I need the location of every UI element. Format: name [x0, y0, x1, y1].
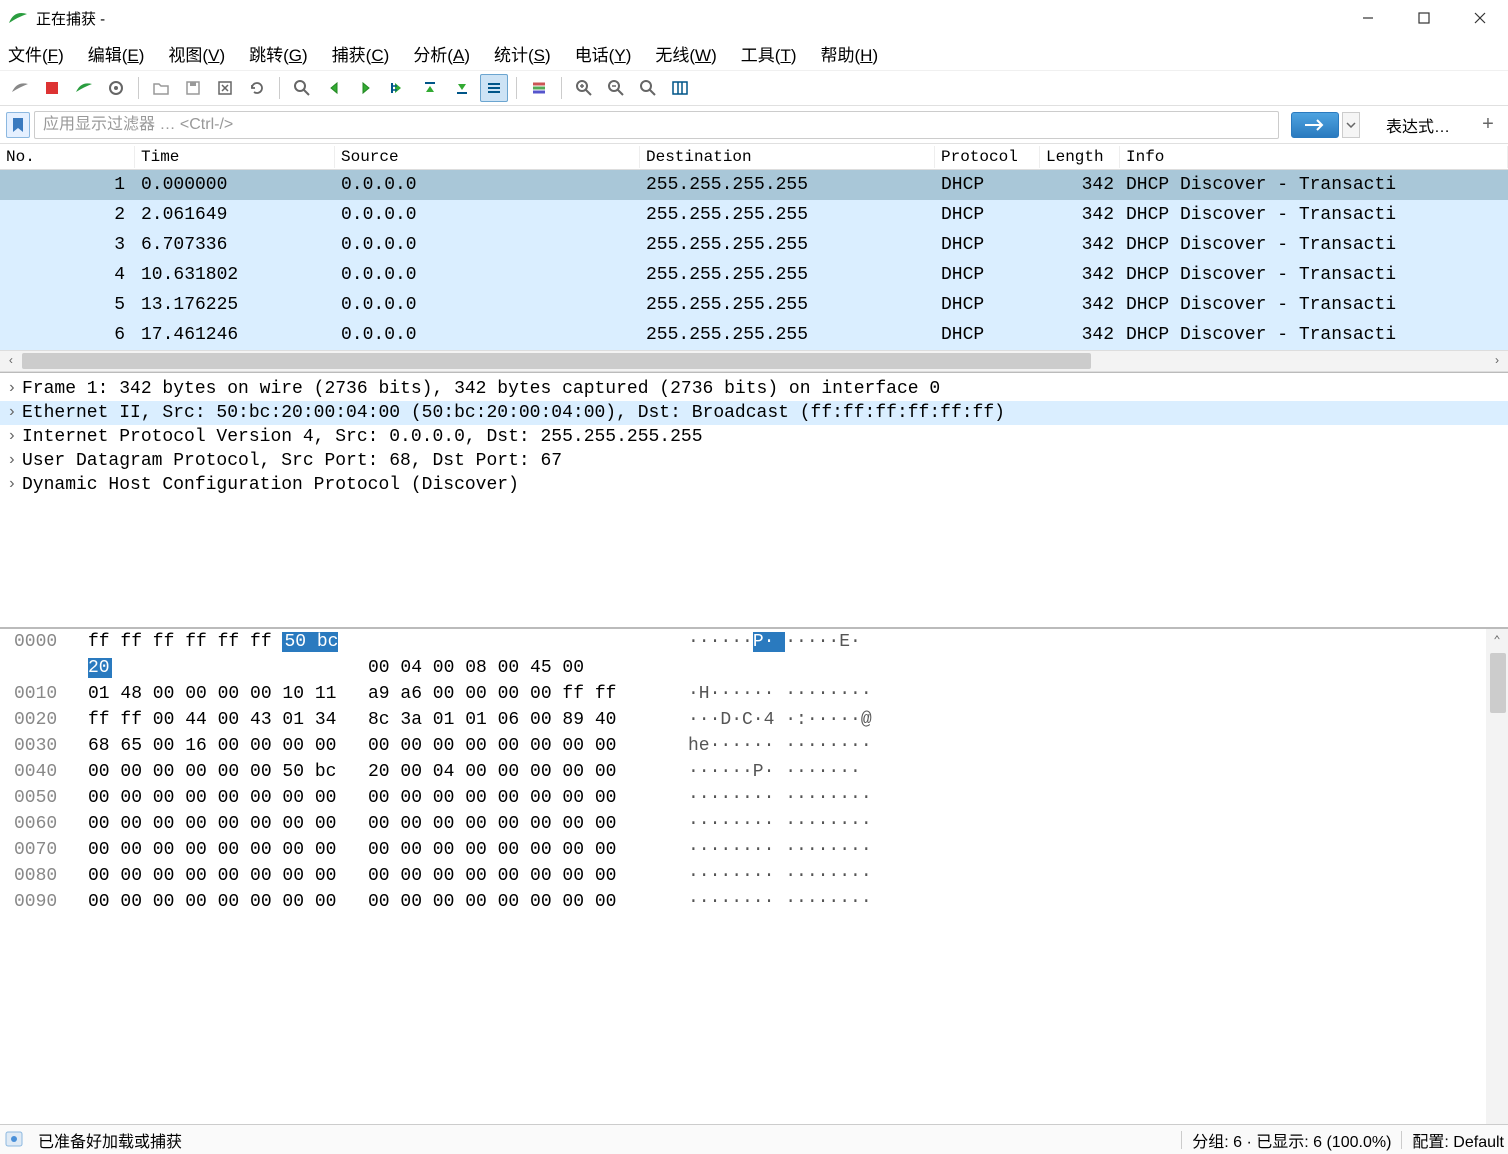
packet-row[interactable]: 617.4612460.0.0.0255.255.255.255DHCP342 … [0, 320, 1508, 350]
scroll-left-icon[interactable]: ‹ [0, 351, 22, 371]
hex-row[interactable]: 005000 00 00 00 00 00 00 00 00 00 00 00 … [0, 785, 1508, 811]
detail-line[interactable]: Frame 1: 342 bytes on wire (2736 bits), … [0, 377, 1508, 401]
scroll-thumb[interactable] [22, 353, 1091, 369]
col-header-length[interactable]: Length [1040, 146, 1120, 168]
scroll-right-icon[interactable]: › [1486, 351, 1508, 371]
zoom-out-icon[interactable] [602, 74, 630, 102]
restart-capture-icon[interactable] [70, 74, 98, 102]
h-scrollbar[interactable]: ‹ › [0, 350, 1508, 372]
bookmark-icon[interactable] [6, 112, 30, 138]
hex-row[interactable]: 0020ff ff 00 44 00 43 01 34 8c 3a 01 01 … [0, 707, 1508, 733]
toolbar-separator [516, 77, 517, 99]
find-icon[interactable] [288, 74, 316, 102]
packet-row[interactable]: 10.0000000.0.0.0255.255.255.255DHCP342 D… [0, 170, 1508, 200]
menu-file[interactable]: 文件(F) [8, 41, 64, 66]
menu-edit[interactable]: 编辑(E) [88, 41, 145, 66]
add-filter-button[interactable]: + [1474, 111, 1502, 139]
auto-scroll-icon[interactable] [480, 74, 508, 102]
packet-list-header[interactable]: No. Time Source Destination Protocol Len… [0, 144, 1508, 170]
toolbar-separator [561, 77, 562, 99]
hex-row[interactable]: 006000 00 00 00 00 00 00 00 00 00 00 00 … [0, 811, 1508, 837]
go-back-icon[interactable] [320, 74, 348, 102]
hex-row[interactable]: 0000ff ff ff ff ff ff 50 bc 2000 04 00 0… [0, 629, 1508, 681]
capture-options-icon[interactable] [102, 74, 130, 102]
menu-view[interactable]: 视图(V) [168, 41, 225, 66]
hex-row[interactable]: 001001 48 00 00 00 00 10 11 a9 a6 00 00 … [0, 681, 1508, 707]
packet-list: No. Time Source Destination Protocol Len… [0, 144, 1508, 373]
reload-icon[interactable] [243, 74, 271, 102]
menu-stats[interactable]: 统计(S) [494, 41, 551, 66]
col-header-info[interactable]: Info [1120, 146, 1508, 168]
go-last-icon[interactable] [448, 74, 476, 102]
packet-row[interactable]: 513.1762250.0.0.0255.255.255.255DHCP342 … [0, 290, 1508, 320]
menu-capture[interactable]: 捕获(C) [332, 41, 390, 66]
detail-line[interactable]: Ethernet II, Src: 50:bc:20:00:04:00 (50:… [0, 401, 1508, 425]
detail-line[interactable]: User Datagram Protocol, Src Port: 68, Ds… [0, 449, 1508, 473]
hex-row[interactable]: 003068 65 00 16 00 00 00 00 00 00 00 00 … [0, 733, 1508, 759]
menu-wireless[interactable]: 无线(W) [655, 41, 716, 66]
col-header-destination[interactable]: Destination [640, 146, 935, 168]
hex-row[interactable]: 009000 00 00 00 00 00 00 00 00 00 00 00 … [0, 889, 1508, 915]
display-filter-input[interactable] [34, 111, 1279, 139]
expression-button[interactable]: 表达式… [1372, 111, 1464, 139]
go-first-icon[interactable] [416, 74, 444, 102]
colorize-icon[interactable] [525, 74, 553, 102]
packet-row[interactable]: 410.6318020.0.0.0255.255.255.255DHCP342 … [0, 260, 1508, 290]
packet-row[interactable]: 22.0616490.0.0.0255.255.255.255DHCP342 D… [0, 200, 1508, 230]
go-forward-icon[interactable] [352, 74, 380, 102]
scroll-thumb[interactable] [1490, 653, 1506, 713]
start-capture-icon[interactable] [6, 74, 34, 102]
filter-bar: 表达式… + [0, 106, 1508, 144]
v-scrollbar[interactable]: ⌃ [1486, 629, 1508, 1124]
save-file-icon[interactable] [179, 74, 207, 102]
menu-analyze[interactable]: 分析(A) [413, 41, 470, 66]
status-profile[interactable]: 配置: Default [1412, 1128, 1504, 1152]
col-header-protocol[interactable]: Protocol [935, 146, 1040, 168]
toolbar-separator [279, 77, 280, 99]
apply-filter-button[interactable] [1291, 112, 1339, 138]
packet-details[interactable]: Frame 1: 342 bytes on wire (2736 bits), … [0, 373, 1508, 629]
statusbar-separator [1181, 1131, 1182, 1149]
zoom-reset-icon[interactable] [634, 74, 662, 102]
toolbar [0, 70, 1508, 106]
hex-row[interactable]: 004000 00 00 00 00 00 50 bc 20 00 04 00 … [0, 759, 1508, 785]
window-title: 正在捕获 - [36, 8, 1340, 29]
packet-bytes[interactable]: 0000ff ff ff ff ff ff 50 bc 2000 04 00 0… [0, 629, 1508, 1124]
titlebar: 正在捕获 - [0, 0, 1508, 36]
go-to-packet-icon[interactable] [384, 74, 412, 102]
maximize-button[interactable] [1396, 0, 1452, 36]
col-header-no[interactable]: No. [0, 146, 135, 168]
packet-row[interactable]: 36.7073360.0.0.0255.255.255.255DHCP342 D… [0, 230, 1508, 260]
menu-help[interactable]: 帮助(H) [821, 41, 879, 66]
status-ready: 已准备好加载或捕获 [38, 1128, 1171, 1152]
app-icon [8, 8, 28, 28]
open-file-icon[interactable] [147, 74, 175, 102]
filter-dropdown-icon[interactable] [1342, 112, 1360, 138]
statusbar: 已准备好加载或捕获 分组: 6 · 已显示: 6 (100.0%) 配置: De… [0, 1124, 1508, 1154]
minimize-button[interactable] [1340, 0, 1396, 36]
zoom-in-icon[interactable] [570, 74, 598, 102]
scroll-up-icon[interactable]: ⌃ [1486, 629, 1508, 651]
stop-capture-icon[interactable] [38, 74, 66, 102]
statusbar-separator [1401, 1131, 1402, 1149]
menu-tools[interactable]: 工具(T) [741, 41, 797, 66]
close-file-icon[interactable] [211, 74, 239, 102]
close-button[interactable] [1452, 0, 1508, 36]
hex-row[interactable]: 008000 00 00 00 00 00 00 00 00 00 00 00 … [0, 863, 1508, 889]
resize-columns-icon[interactable] [666, 74, 694, 102]
status-packets: 分组: 6 · 已显示: 6 (100.0%) [1192, 1128, 1391, 1152]
col-header-source[interactable]: Source [335, 146, 640, 168]
expert-info-icon[interactable] [4, 1130, 28, 1150]
col-header-time[interactable]: Time [135, 146, 335, 168]
detail-line[interactable]: Dynamic Host Configuration Protocol (Dis… [0, 473, 1508, 497]
menu-telephony[interactable]: 电话(Y) [575, 41, 632, 66]
detail-line[interactable]: Internet Protocol Version 4, Src: 0.0.0.… [0, 425, 1508, 449]
menubar: 文件(F) 编辑(E) 视图(V) 跳转(G) 捕获(C) 分析(A) 统计(S… [0, 36, 1508, 70]
menu-go[interactable]: 跳转(G) [249, 41, 308, 66]
toolbar-separator [138, 77, 139, 99]
hex-row[interactable]: 007000 00 00 00 00 00 00 00 00 00 00 00 … [0, 837, 1508, 863]
